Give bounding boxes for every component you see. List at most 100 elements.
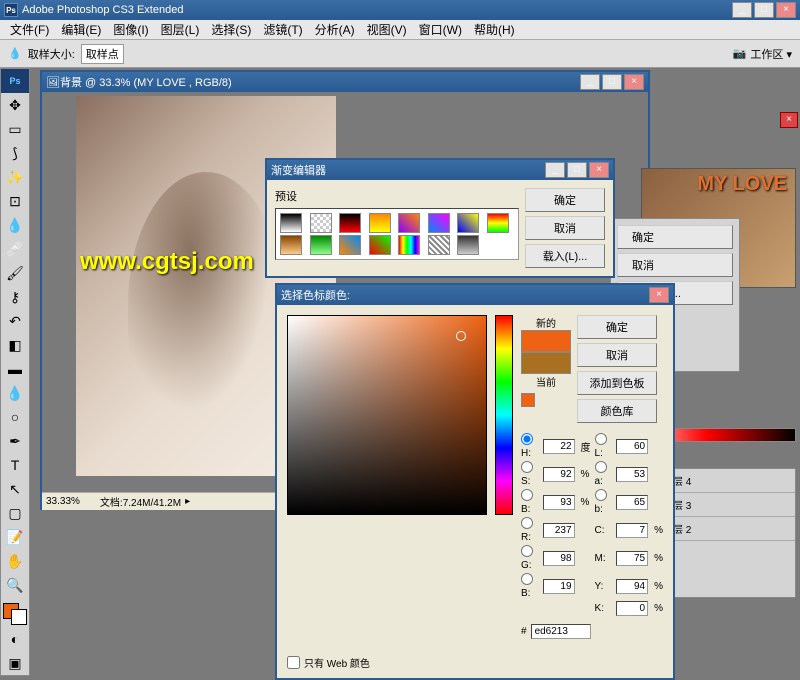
menu-view[interactable]: 视图(V) [361, 19, 413, 40]
menu-filter[interactable]: 滤镜(T) [257, 19, 308, 40]
g-input[interactable] [543, 551, 575, 566]
y-input[interactable] [616, 579, 648, 594]
preset-swatch[interactable] [310, 235, 332, 255]
shape-tool[interactable]: ▢ [1, 501, 29, 525]
brush-tool[interactable]: 🖌 [1, 261, 29, 285]
b-lab-radio-label[interactable]: b: [595, 489, 613, 515]
l-input[interactable] [616, 439, 648, 454]
preset-swatch[interactable] [369, 213, 391, 233]
cp-cancel-button[interactable]: 取消 [577, 343, 657, 367]
ge-cancel-button[interactable]: 取消 [525, 216, 605, 240]
preset-swatch[interactable] [398, 235, 420, 255]
gradient-tool[interactable]: ▬ [1, 357, 29, 381]
preset-swatch[interactable] [339, 213, 361, 233]
menu-layer[interactable]: 图层(L) [155, 19, 206, 40]
path-tool[interactable]: ↖ [1, 477, 29, 501]
preset-swatch[interactable] [310, 213, 332, 233]
web-only-checkbox[interactable] [287, 656, 300, 669]
preset-swatch[interactable] [457, 235, 479, 255]
doc-maximize-button[interactable]: □ [602, 74, 622, 90]
preset-swatch[interactable] [280, 213, 302, 233]
l-radio-label[interactable]: L: [595, 433, 613, 459]
m-input[interactable] [616, 551, 648, 566]
color-field[interactable] [287, 315, 487, 515]
warning-swatch[interactable] [521, 393, 535, 407]
l-radio[interactable] [595, 433, 607, 445]
g-radio-label[interactable]: G: [521, 545, 539, 571]
ge-ok-button[interactable]: 确定 [525, 188, 605, 212]
color-swatches[interactable] [1, 601, 29, 627]
blur-tool[interactable]: 💧 [1, 381, 29, 405]
doc-minimize-button[interactable]: _ [580, 74, 600, 90]
ge-minimize-button[interactable]: _ [545, 162, 565, 178]
eyedropper-tool[interactable]: 💧 [1, 213, 29, 237]
magic-wand-tool[interactable]: ✨ [1, 165, 29, 189]
ge-maximize-button[interactable]: □ [567, 162, 587, 178]
background-color[interactable] [11, 609, 27, 625]
marquee-tool[interactable]: ▭ [1, 117, 29, 141]
menu-window[interactable]: 窗口(W) [413, 19, 468, 40]
quickmask-toggle[interactable]: ◐ [1, 627, 29, 651]
ls-cancel-button[interactable]: 取消 [617, 253, 733, 277]
b-rgb-input[interactable] [543, 579, 575, 594]
sample-size-select[interactable]: 取样点 [81, 44, 124, 64]
ge-close-button[interactable]: × [589, 162, 609, 178]
workspace-switcher[interactable]: 📷 工作区 ▾ [733, 46, 792, 62]
g-radio[interactable] [521, 545, 533, 557]
doc-close-button[interactable]: × [624, 74, 644, 90]
a-radio[interactable] [595, 461, 607, 473]
hue-slider[interactable] [495, 315, 513, 515]
current-color-swatch[interactable] [521, 352, 571, 374]
preset-swatch[interactable] [369, 235, 391, 255]
b-hsb-radio-label[interactable]: B: [521, 489, 539, 515]
history-brush-tool[interactable]: ↶ [1, 309, 29, 333]
s-input[interactable] [543, 467, 575, 482]
minimize-button[interactable]: _ [732, 2, 752, 18]
screenmode-toggle[interactable]: ▣ [1, 651, 29, 675]
move-tool[interactable]: ✥ [1, 93, 29, 117]
k-input[interactable] [616, 601, 648, 616]
maximize-button[interactable]: □ [754, 2, 774, 18]
menu-edit[interactable]: 编辑(E) [55, 19, 107, 40]
preset-swatch[interactable] [280, 235, 302, 255]
s-radio-label[interactable]: S: [521, 461, 539, 487]
b-lab-input[interactable] [616, 495, 648, 510]
a-input[interactable] [616, 467, 648, 482]
mylove-close-button[interactable]: × [780, 112, 798, 128]
b-hsb-radio[interactable] [521, 489, 533, 501]
preset-swatch[interactable] [398, 213, 420, 233]
zoom-tool[interactable]: 🔍 [1, 573, 29, 597]
h-radio[interactable] [521, 433, 533, 445]
menu-image[interactable]: 图像(I) [107, 19, 154, 40]
menu-select[interactable]: 选择(S) [205, 19, 257, 40]
r-input[interactable] [543, 523, 575, 538]
menu-help[interactable]: 帮助(H) [468, 19, 521, 40]
stamp-tool[interactable]: ⚷ [1, 285, 29, 309]
r-radio-label[interactable]: R: [521, 517, 539, 543]
type-tool[interactable]: T [1, 453, 29, 477]
h-input[interactable] [543, 439, 575, 454]
zoom-level[interactable]: 33.33% [46, 496, 80, 507]
preset-swatch[interactable] [428, 235, 450, 255]
crop-tool[interactable]: ⊡ [1, 189, 29, 213]
b-rgb-radio-label[interactable]: B: [521, 573, 539, 599]
ge-load-button[interactable]: 载入(L)... [525, 244, 605, 268]
h-radio-label[interactable]: H: [521, 433, 539, 459]
b-rgb-radio[interactable] [521, 573, 533, 585]
menu-analysis[interactable]: 分析(A) [309, 19, 361, 40]
preset-swatch[interactable] [487, 213, 509, 233]
close-button[interactable]: × [776, 2, 796, 18]
s-radio[interactable] [521, 461, 533, 473]
status-arrow-icon[interactable]: ▸ [185, 496, 190, 507]
cp-add-swatch-button[interactable]: 添加到色板 [577, 371, 657, 395]
c-input[interactable] [616, 523, 648, 538]
preset-swatch[interactable] [339, 235, 361, 255]
pen-tool[interactable]: ✒ [1, 429, 29, 453]
a-radio-label[interactable]: a: [595, 461, 613, 487]
cp-ok-button[interactable]: 确定 [577, 315, 657, 339]
b-lab-radio[interactable] [595, 489, 607, 501]
preset-swatch[interactable] [457, 213, 479, 233]
hex-input[interactable] [531, 624, 591, 639]
dodge-tool[interactable]: ○ [1, 405, 29, 429]
ls-ok-button[interactable]: 确定 [617, 225, 733, 249]
